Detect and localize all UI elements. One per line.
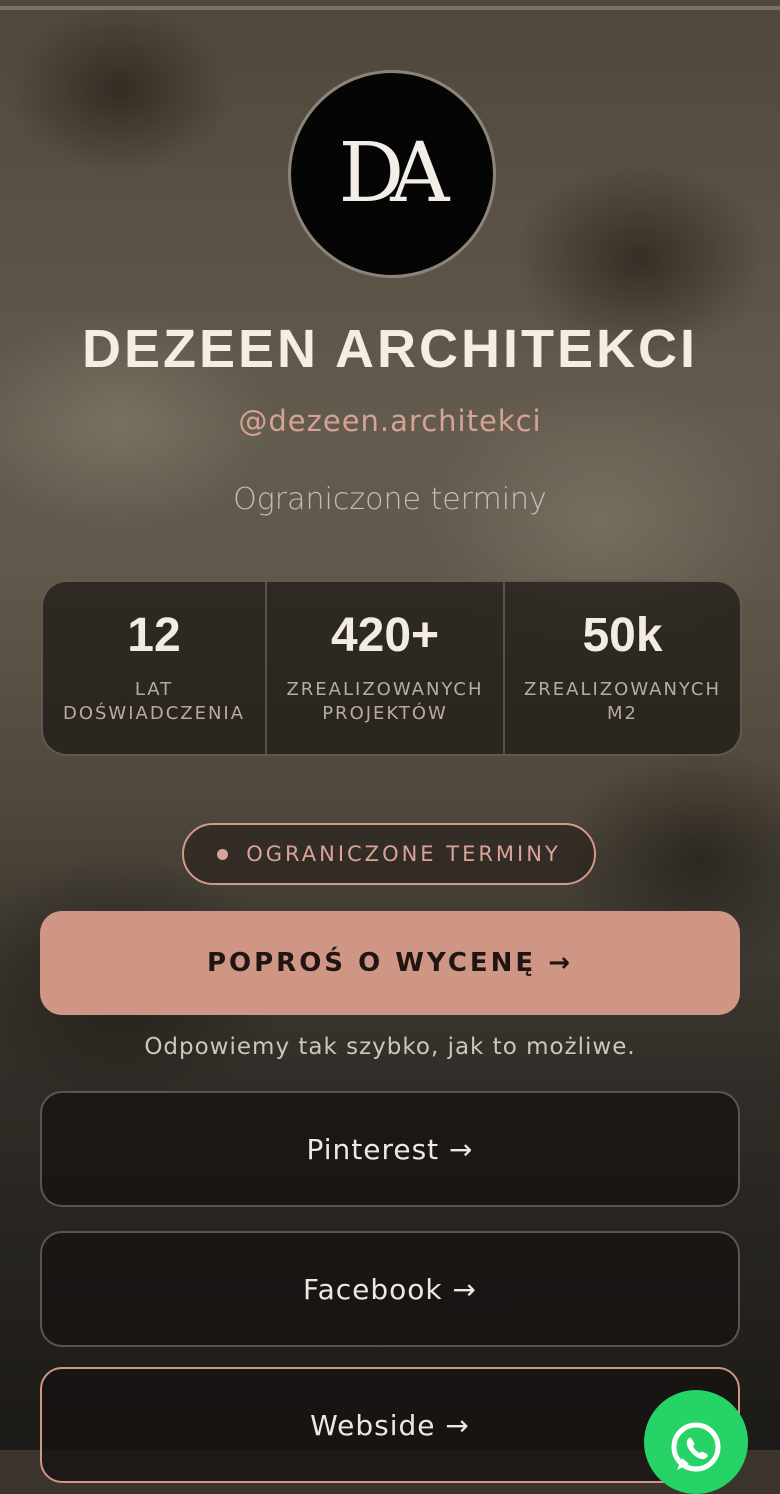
profile-tagline: Ograniczone terminy — [233, 482, 547, 517]
stat-label: ZREALIZOWANYCH M2 — [524, 678, 721, 726]
link-pinterest-button[interactable]: Pinterest → — [40, 1091, 740, 1207]
stat-label-line: M2 — [607, 703, 638, 724]
whatsapp-icon — [671, 1422, 721, 1472]
profile-handle[interactable]: @dezeen.architekci — [0, 404, 780, 438]
stat-label-line: ZREALIZOWANYCH — [523, 679, 722, 700]
stat-label-line: PROJEKTÓW — [322, 703, 448, 724]
stat-label-line: ZREALIZOWANYCH — [286, 679, 484, 700]
stat-label-line: DOŚWIADCZENIA — [62, 703, 246, 724]
stat-label-line: LAT — [134, 679, 174, 700]
response-note: Odpowiemy tak szybko, jak to możliwe. — [144, 1034, 636, 1060]
stat-value: 420+ — [330, 609, 440, 662]
stat-label: LAT DOŚWIADCZENIA — [63, 678, 245, 726]
profile-name: DEZEEN ARCHITEKCI — [81, 319, 699, 379]
request-quote-button[interactable]: POPROŚ O WYCENĘ → — [40, 911, 740, 1015]
logo-monogram: DA — [338, 126, 450, 221]
status-dot-icon — [217, 848, 229, 860]
avatar: DA — [288, 70, 496, 278]
link-website-button[interactable]: Webside → — [40, 1367, 740, 1483]
profile-page: DA DEZEEN ARCHITEKCI @dezeen.architekci … — [0, 0, 780, 1494]
stat-label: ZREALIZOWANYCH PROJEKTÓW — [286, 678, 483, 726]
stat-years: 12 LAT DOŚWIADCZENIA — [43, 582, 265, 754]
stat-projects: 420+ ZREALIZOWANYCH PROJEKTÓW — [265, 582, 503, 754]
stat-value: 50k — [582, 609, 663, 662]
link-facebook-button[interactable]: Facebook → — [40, 1231, 740, 1347]
availability-badge: OGRANICZONE TERMINY — [182, 823, 596, 885]
availability-badge-label: OGRANICZONE TERMINY — [246, 842, 561, 866]
stats-card: 12 LAT DOŚWIADCZENIA 420+ ZREALIZOWANYCH… — [41, 580, 742, 756]
whatsapp-button[interactable] — [644, 1390, 748, 1494]
stat-value: 12 — [127, 609, 181, 662]
stat-area: 50k ZREALIZOWANYCH M2 — [503, 582, 740, 754]
